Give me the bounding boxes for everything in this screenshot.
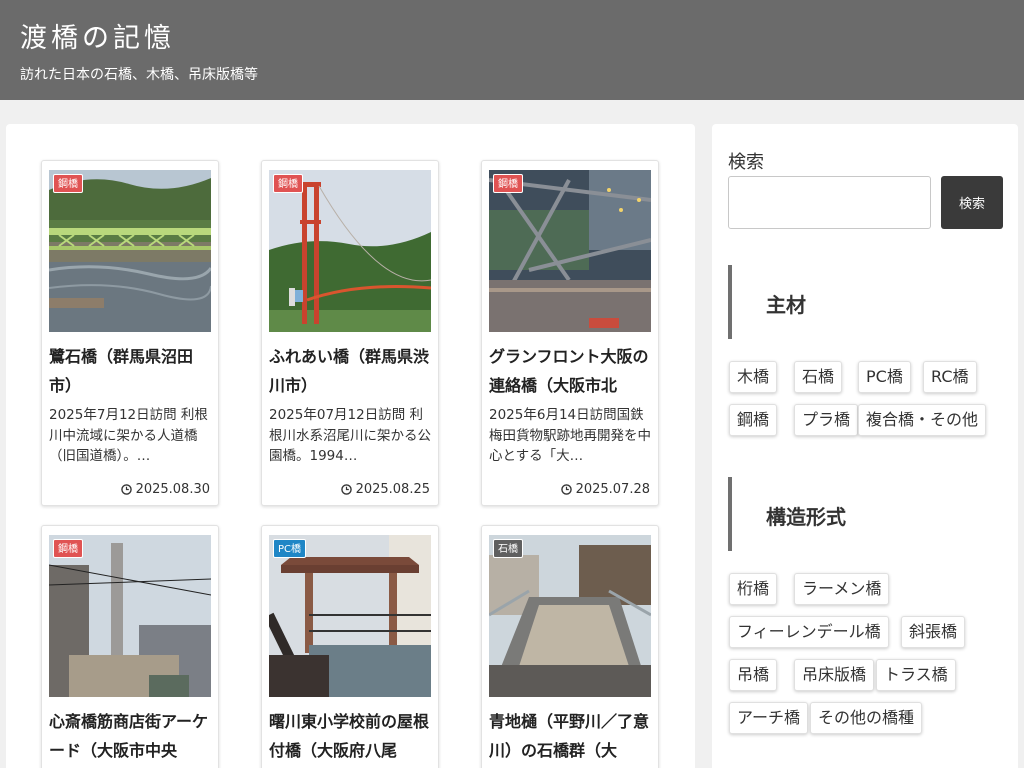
materials-heading-text: 主材 [766,293,806,317]
tag-structure[interactable]: アーチ橋 [729,702,809,734]
tag-structure[interactable]: トラス橋 [876,659,956,691]
post-thumbnail[interactable] [49,535,211,697]
clock-icon [340,484,352,495]
tag-structure[interactable]: ラーメン橋 [794,573,890,605]
search-input[interactable] [728,176,931,229]
post-date-text: 2025.08.25 [355,482,430,497]
tag-material[interactable]: PC橋 [858,361,911,393]
post-card[interactable]: 鋼橋 ふれあい橋（群馬県渋川市） 2025年07月12日訪問 利根川水系沼尾川に… [261,160,439,506]
post-title[interactable]: 曙川東小学校前の屋根付橋（大阪府八尾 [269,707,433,763]
clock-icon [560,484,572,495]
post-card[interactable]: 鋼橋 鷺石橋（群馬県沼田市） 2025年7月12日訪問 利根川中流域に架かる人道… [41,160,219,506]
tag-structure[interactable]: 斜張橋 [901,616,966,648]
tag-structure[interactable]: 吊橋 [729,659,778,691]
post-title[interactable]: 鷺石橋（群馬県沼田市） [49,342,213,398]
category-badge[interactable]: 石橋 [493,539,523,558]
clock-icon [120,484,132,495]
tag-material[interactable]: RC橋 [923,361,977,393]
search-label: 検索 [728,152,764,173]
post-title[interactable]: 青地樋（平野川／了意川）の石橋群（大 [489,707,653,763]
category-badge[interactable]: PC橋 [273,539,307,558]
search-button[interactable]: 検索 [941,176,1003,229]
post-list: 鋼橋 鷺石橋（群馬県沼田市） 2025年7月12日訪問 利根川中流域に架かる人道… [6,124,695,768]
site-header: 渡橋の記憶 訪れた日本の石橋、木橋、吊床版橋等 [0,0,1024,100]
post-title[interactable]: 心斎橋筋商店街アーケード（大阪市中央 [49,707,213,763]
tag-material[interactable]: プラ橋 [794,404,859,436]
structures-heading-text: 構造形式 [766,505,846,529]
post-thumbnail[interactable] [489,535,651,697]
tag-material[interactable]: 鋼橋 [729,404,778,436]
post-date-text: 2025.08.30 [135,482,210,497]
post-date: 2025.07.28 [560,482,650,497]
category-badge[interactable]: 鋼橋 [53,539,83,558]
tag-structure[interactable]: 桁橋 [729,573,778,605]
tag-structure[interactable]: フィーレンデール橋 [729,616,889,648]
sidebar: 検索 検索 主材 木橋 石橋 PC橋 RC橋 鋼橋 プラ橋 複合橋・その他 構造… [712,124,1018,768]
post-title[interactable]: ふれあい橋（群馬県渋川市） [269,342,433,398]
category-badge[interactable]: 鋼橋 [493,174,523,193]
post-thumbnail[interactable] [489,170,651,332]
post-card[interactable]: 石橋 青地樋（平野川／了意川）の石橋群（大 [481,525,659,768]
site-description: 訪れた日本の石橋、木橋、吊床版橋等 [20,67,258,83]
post-card[interactable]: 鋼橋 グランフロント大阪の連絡橋（大阪市北 2025年6月14日訪問国鉄梅田貨物… [481,160,659,506]
post-thumbnail[interactable] [269,535,431,697]
post-excerpt: 2025年6月14日訪問国鉄梅田貨物駅跡地再開発を中心とする「大… [489,407,651,464]
post-date: 2025.08.30 [120,482,210,497]
tag-structure[interactable]: 吊床版橋 [794,659,875,691]
post-title[interactable]: グランフロント大阪の連絡橋（大阪市北 [489,342,653,398]
materials-heading: 主材 [728,265,1004,339]
post-thumbnail[interactable] [49,170,211,332]
post-date: 2025.08.25 [340,482,430,497]
tag-structure[interactable]: その他の橋種 [810,702,923,734]
structures-heading: 構造形式 [728,477,1004,551]
category-badge[interactable]: 鋼橋 [273,174,303,193]
post-thumbnail[interactable] [269,170,431,332]
tag-material[interactable]: 複合橋・その他 [858,404,987,436]
tag-material[interactable]: 木橋 [729,361,778,393]
post-excerpt: 2025年07月12日訪問 利根川水系沼尾川に架かる公園橋。1994… [269,407,431,464]
post-date-text: 2025.07.28 [575,482,650,497]
post-excerpt: 2025年7月12日訪問 利根川中流域に架かる人道橋（旧国道橋）。… [49,407,208,464]
post-card[interactable]: PC橋 曙川東小学校前の屋根付橋（大阪府八尾 [261,525,439,768]
tag-material[interactable]: 石橋 [794,361,843,393]
site-title[interactable]: 渡橋の記憶 [20,16,175,55]
post-card[interactable]: 鋼橋 心斎橋筋商店街アーケード（大阪市中央 [41,525,219,768]
category-badge[interactable]: 鋼橋 [53,174,83,193]
